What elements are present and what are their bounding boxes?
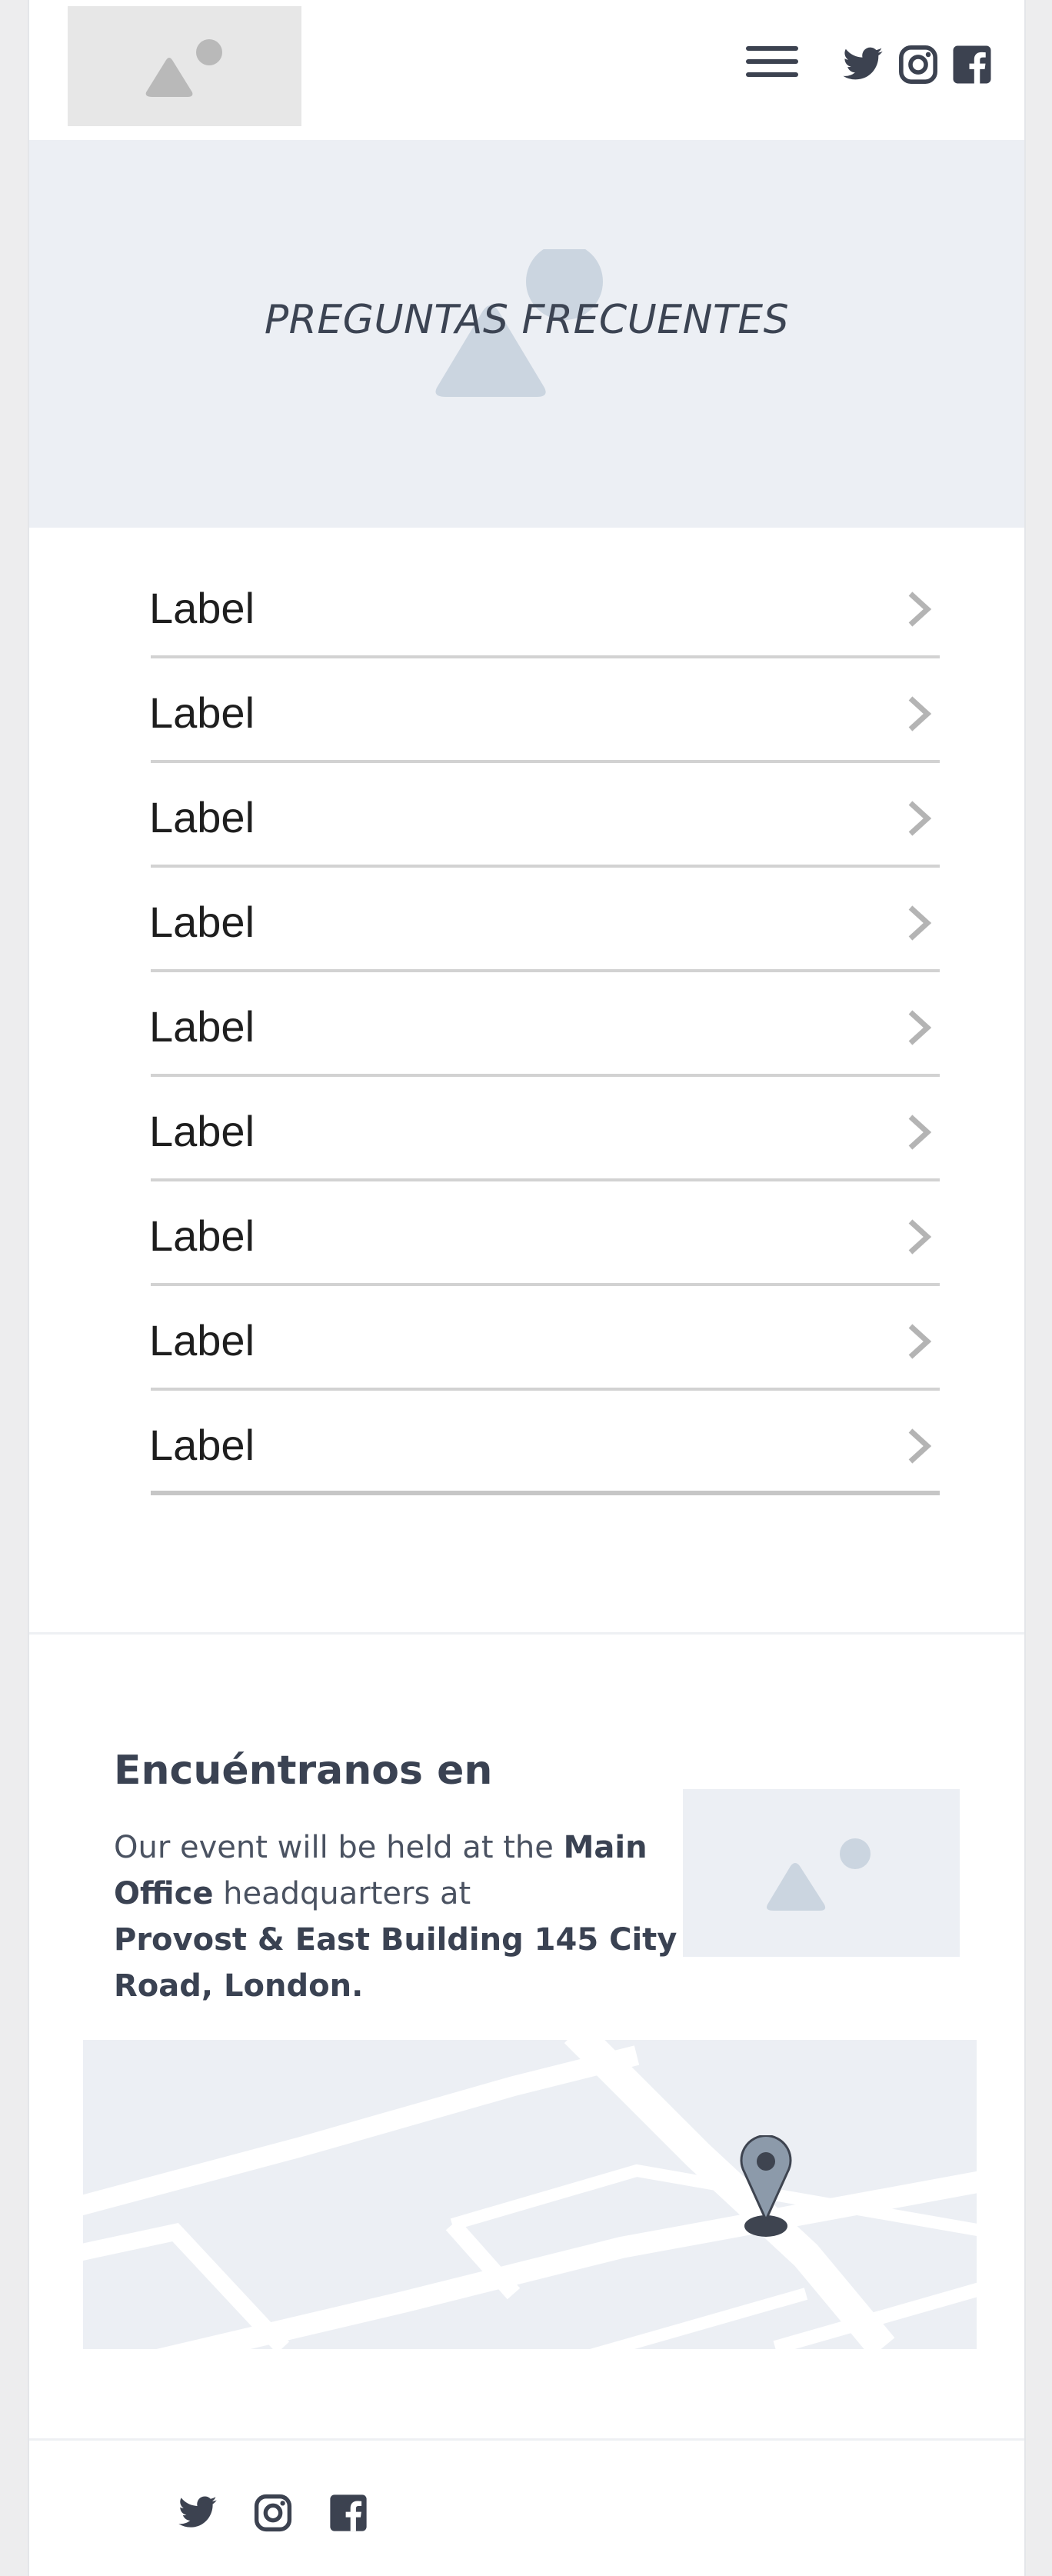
list-item-label: Label	[149, 1002, 255, 1051]
menu-button[interactable]	[746, 46, 798, 83]
image-placeholder-icon	[145, 39, 222, 97]
page: PREGUNTAS FRECUENTES Label Label Label L…	[28, 0, 1026, 2576]
list-item[interactable]: Label	[149, 658, 940, 763]
image-placeholder-icon	[435, 249, 603, 397]
list-item[interactable]: Label	[149, 1077, 940, 1181]
hamburger-line	[746, 46, 798, 51]
list-item-label: Label	[149, 793, 255, 841]
hamburger-line	[746, 59, 798, 64]
list-item-label: Label	[149, 1107, 255, 1155]
list-item[interactable]: Label	[149, 763, 940, 868]
map-pin-icon[interactable]	[738, 2135, 794, 2243]
list-item-label: Label	[149, 898, 255, 946]
chevron-right-icon	[908, 1219, 932, 1255]
image-placeholder-icon	[767, 1838, 871, 1911]
location-text-part: Our event will be held at the	[114, 1830, 564, 1865]
location-map[interactable]	[83, 2040, 977, 2349]
instagram-icon[interactable]	[897, 43, 940, 86]
chevron-right-icon	[908, 592, 932, 627]
list-item-label: Label	[149, 1211, 255, 1260]
chevron-right-icon	[908, 696, 932, 731]
list-item[interactable]: Label	[149, 554, 940, 658]
facebook-icon[interactable]	[950, 43, 994, 86]
hamburger-line	[746, 72, 798, 77]
list-item-label: Label	[149, 688, 255, 737]
location-image	[683, 1789, 960, 1957]
list-item[interactable]: Label	[149, 972, 940, 1077]
map-illustration	[83, 2040, 977, 2349]
twitter-icon[interactable]	[841, 43, 884, 86]
chevron-right-icon	[908, 801, 932, 836]
hero-banner: PREGUNTAS FRECUENTES	[29, 140, 1024, 528]
list-item-label: Label	[149, 1316, 255, 1365]
instagram-icon[interactable]	[252, 2492, 294, 2534]
chevron-right-icon	[908, 1428, 932, 1464]
location-text-part: headquarters at	[213, 1876, 471, 1911]
list-item-label: Label	[149, 584, 255, 632]
logo[interactable]	[68, 6, 301, 126]
facebook-icon[interactable]	[328, 2492, 369, 2534]
list-item[interactable]: Label	[149, 868, 940, 972]
section-divider	[29, 2438, 1024, 2441]
chevron-right-icon	[908, 1324, 932, 1359]
list-item[interactable]: Label	[149, 1391, 940, 1495]
page-title: PREGUNTAS FRECUENTES	[264, 297, 790, 343]
list-item-label: Label	[149, 1421, 255, 1469]
location-text: Our event will be held at the Main Offic…	[114, 1825, 714, 2009]
chevron-right-icon	[908, 1115, 932, 1150]
list-item[interactable]: Label	[149, 1286, 940, 1391]
location-address: Provost & East Building 145 City Road, L…	[114, 1922, 677, 2004]
faq-list: Label Label Label Label Label Label Labe…	[149, 554, 940, 1495]
section-divider	[29, 1632, 1024, 1635]
chevron-right-icon	[908, 1010, 932, 1045]
list-item[interactable]: Label	[149, 1181, 940, 1286]
twitter-icon[interactable]	[177, 2492, 218, 2534]
site-header	[29, 0, 1024, 140]
location-title: Encuéntranos en	[114, 1748, 493, 1794]
chevron-right-icon	[908, 905, 932, 941]
list-divider	[151, 1491, 940, 1495]
